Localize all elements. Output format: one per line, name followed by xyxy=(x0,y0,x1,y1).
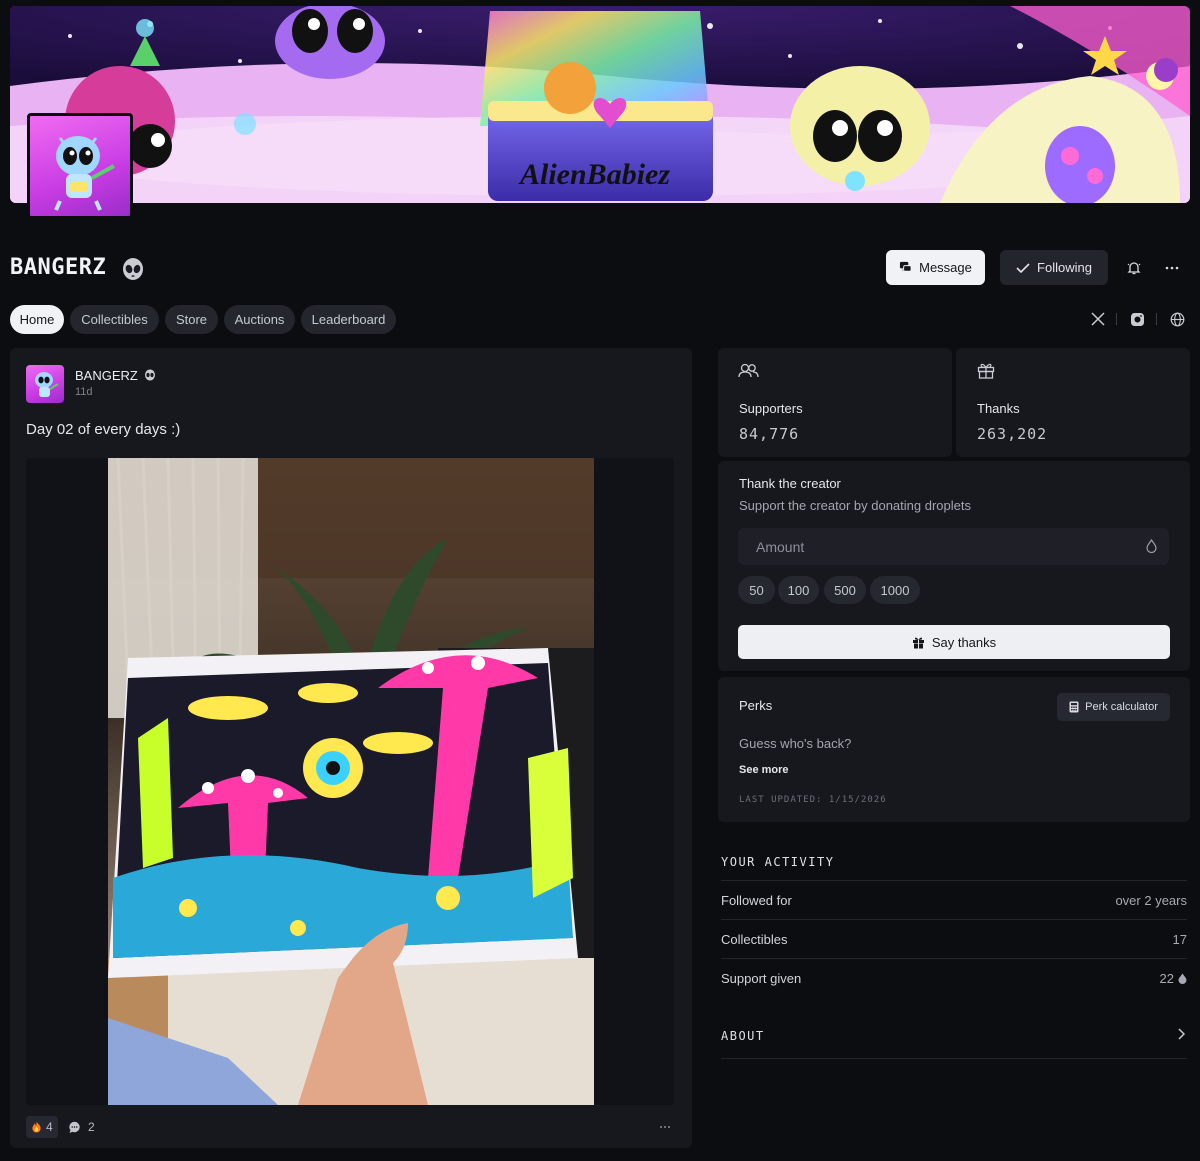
ellipsis-icon xyxy=(1165,266,1179,270)
instagram-icon xyxy=(1130,312,1144,326)
thanks-label: Thanks xyxy=(977,401,1020,416)
say-thanks-label: Say thanks xyxy=(931,634,997,650)
fire-reaction-count: 4 xyxy=(46,1120,53,1134)
tab-leaderboard[interactable]: Leaderboard xyxy=(301,305,396,334)
droplet-icon xyxy=(1146,539,1157,553)
tab-store[interactable]: Store xyxy=(165,305,218,334)
users-icon xyxy=(738,363,759,378)
amount-preset-1000[interactable]: 1000 xyxy=(870,576,920,604)
gift-icon xyxy=(977,363,995,379)
amount-preset-500[interactable]: 500 xyxy=(824,576,866,604)
ellipsis-icon xyxy=(660,1126,670,1128)
perk-calculator-button[interactable]: Perk calculator xyxy=(1057,693,1170,721)
perks-last-updated: LAST UPDATED: 1/15/2026 xyxy=(739,795,887,805)
activity-value-wrap: 22 xyxy=(1160,971,1187,986)
social-divider xyxy=(1116,313,1117,325)
droplet-icon xyxy=(1178,973,1187,984)
check-icon xyxy=(1016,262,1030,273)
creator-avatar[interactable] xyxy=(27,113,133,219)
alien-avatar-art xyxy=(35,372,59,397)
gift-icon xyxy=(912,637,924,648)
chevron-right-icon xyxy=(1178,1028,1185,1040)
profile-banner: AlienBabiez xyxy=(10,6,1190,203)
about-heading[interactable]: ABOUT xyxy=(721,1029,765,1043)
comment-count: 2 xyxy=(88,1120,95,1134)
perk-calculator-label: Perk calculator xyxy=(1085,701,1158,713)
activity-value: over 2 years xyxy=(1115,893,1187,908)
amount-preset-100[interactable]: 100 xyxy=(778,576,819,604)
activity-label: Collectibles xyxy=(721,932,788,947)
creator-name: BANGERZ xyxy=(10,255,107,280)
say-thanks-button[interactable]: Say thanks xyxy=(738,625,1170,659)
activity-label: Support given xyxy=(721,971,802,986)
supporters-label: Supporters xyxy=(739,401,803,416)
activity-row-support-given: Support given 22 xyxy=(721,958,1187,997)
comments-button[interactable]: 2 xyxy=(68,1116,95,1138)
banner-artwork: AlienBabiez xyxy=(10,6,1190,203)
x-social-link[interactable] xyxy=(1087,308,1109,330)
x-icon xyxy=(1091,312,1105,326)
activity-value: 17 xyxy=(1172,932,1187,947)
post-timestamp: 11d xyxy=(75,386,93,398)
artwork-photo xyxy=(108,458,594,1105)
see-more-link[interactable]: See more xyxy=(739,764,789,776)
social-divider xyxy=(1156,313,1157,325)
comment-icon xyxy=(69,1121,80,1133)
your-activity-heading: YOUR ACTIVITY xyxy=(721,855,835,869)
message-button[interactable]: Message xyxy=(886,250,985,285)
post-author-label: BANGERZ xyxy=(75,368,138,383)
activity-label: Followed for xyxy=(721,893,792,908)
alien-emoji-icon xyxy=(123,258,143,280)
supporters-count: 84,776 xyxy=(739,425,800,443)
post-author-avatar[interactable] xyxy=(26,365,64,403)
banner-logo-text: AlienBabiez xyxy=(518,158,670,191)
about-divider xyxy=(721,1058,1187,1059)
perks-title: Perks xyxy=(739,698,773,713)
post-text: Day 02 of every days :) xyxy=(26,421,181,438)
thanks-count: 263,202 xyxy=(977,425,1048,443)
activity-row-followed-for: Followed for over 2 years xyxy=(721,880,1187,919)
support-given-value: 22 xyxy=(1159,971,1174,986)
alien-emoji-icon xyxy=(145,369,156,381)
following-button-label: Following xyxy=(1037,260,1092,275)
tab-auctions[interactable]: Auctions xyxy=(224,305,295,334)
instagram-social-link[interactable] xyxy=(1126,308,1148,330)
activity-row-collectibles: Collectibles 17 xyxy=(721,919,1187,958)
amount-placeholder: Amount xyxy=(756,538,805,555)
website-link[interactable] xyxy=(1166,308,1188,330)
bell-icon xyxy=(1127,262,1141,275)
perks-text: Guess who's back? xyxy=(739,736,852,751)
fire-reaction-button[interactable]: 4 xyxy=(26,1116,58,1138)
about-expand-button[interactable] xyxy=(1170,1023,1192,1045)
more-options-button[interactable] xyxy=(1161,257,1183,279)
fire-icon xyxy=(32,1121,41,1133)
post-author-name[interactable]: BANGERZ xyxy=(75,368,156,383)
tab-home[interactable]: Home xyxy=(10,305,64,334)
notification-bell-button[interactable] xyxy=(1123,257,1145,279)
calculator-icon xyxy=(1069,701,1079,713)
thank-creator-title: Thank the creator xyxy=(739,476,841,491)
message-button-label: Message xyxy=(919,260,972,275)
amount-preset-50[interactable]: 50 xyxy=(738,576,775,604)
amount-input[interactable]: Amount xyxy=(738,528,1169,565)
thank-creator-subtitle: Support the creator by donating droplets xyxy=(739,498,971,513)
post-more-options-button[interactable] xyxy=(654,1116,676,1138)
tab-collectibles[interactable]: Collectibles xyxy=(70,305,159,334)
alien-avatar-art xyxy=(54,136,115,211)
chat-bubbles-icon xyxy=(900,261,912,272)
post-photo[interactable] xyxy=(108,458,594,1105)
globe-icon xyxy=(1170,312,1184,326)
following-button[interactable]: Following xyxy=(1000,250,1108,285)
